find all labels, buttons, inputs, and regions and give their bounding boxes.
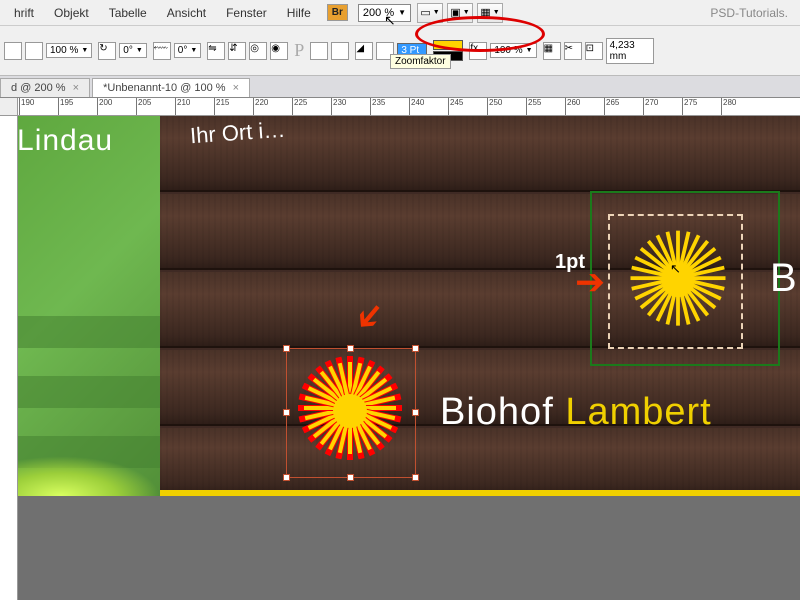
resize-handle-sw[interactable] bbox=[283, 474, 290, 481]
ruler-horizontal[interactable]: 1901952002052102152202252302352402452502… bbox=[0, 98, 800, 116]
menu-tabelle[interactable]: Tabelle bbox=[99, 3, 157, 23]
green-sidebar-graphic: 2 Lindau bbox=[18, 116, 160, 496]
ruler-tick: 245 bbox=[448, 98, 487, 115]
ruler-tick: 280 bbox=[721, 98, 760, 115]
shear-field[interactable]: 0°▼ bbox=[174, 43, 202, 58]
close-icon[interactable]: × bbox=[233, 82, 239, 94]
resize-handle-se[interactable] bbox=[412, 474, 419, 481]
effects-icon[interactable]: fx bbox=[469, 42, 487, 60]
inset-brand-text: Bi bbox=[770, 256, 800, 301]
ruler-vertical[interactable] bbox=[0, 116, 18, 600]
select-content-icon[interactable]: ◉ bbox=[270, 42, 288, 60]
wood-background: Ihr Ort i… Biohof Lambert bbox=[160, 116, 800, 496]
fill-swatch[interactable] bbox=[433, 40, 463, 50]
crop-icon[interactable]: ✂ bbox=[564, 42, 582, 60]
ruler-tick: 205 bbox=[136, 98, 175, 115]
ruler-origin[interactable] bbox=[0, 98, 18, 116]
resize-handle-w[interactable] bbox=[283, 409, 290, 416]
ruler-tick: 235 bbox=[370, 98, 409, 115]
ruler-tick: 240 bbox=[409, 98, 448, 115]
misc-icon-2[interactable] bbox=[331, 42, 349, 60]
opacity2-field[interactable]: 100 %▼ bbox=[490, 43, 536, 58]
document-tab-bar: d @ 200 % × *Unbenannt-10 @ 100 % × bbox=[0, 76, 800, 98]
ruler-tick: 250 bbox=[487, 98, 526, 115]
resize-handle-nw[interactable] bbox=[283, 345, 290, 352]
screen-mode-button[interactable]: ▣▼ bbox=[447, 3, 473, 23]
ruler-tick: 275 bbox=[682, 98, 721, 115]
ruler-tick: 230 bbox=[331, 98, 370, 115]
angle-field[interactable]: 0°▼ bbox=[119, 43, 147, 58]
ruler-tick: 220 bbox=[253, 98, 292, 115]
ruler-tick: 195 bbox=[58, 98, 97, 115]
bridge-button[interactable]: Br bbox=[327, 4, 348, 21]
ruler-tick: 260 bbox=[565, 98, 604, 115]
lindau-text: 2 Lindau bbox=[18, 124, 113, 158]
dimension-field[interactable]: 4,233 mm bbox=[606, 38, 654, 64]
menu-hilfe[interactable]: Hilfe bbox=[277, 3, 321, 23]
ruler-tick: 225 bbox=[292, 98, 331, 115]
tab-doc-2[interactable]: *Unbenannt-10 @ 100 % × bbox=[92, 78, 250, 97]
resize-handle-s[interactable] bbox=[347, 474, 354, 481]
menu-schrift[interactable]: hrift bbox=[4, 3, 44, 23]
frame-fit-icon[interactable]: ⊡ bbox=[585, 42, 603, 60]
corner-icon[interactable]: ◢ bbox=[355, 42, 373, 60]
annotation-arrow-1: ➔ bbox=[575, 261, 605, 303]
ruler-tick: 265 bbox=[604, 98, 643, 115]
view-mode-button[interactable]: ▭▼ bbox=[417, 3, 443, 23]
flip-v-icon[interactable]: ⇵ bbox=[228, 42, 246, 60]
psd-tutorials-label: PSD-Tutorials. bbox=[710, 6, 788, 20]
text-wrap-icon[interactable]: ▦ bbox=[543, 42, 561, 60]
menu-objekt[interactable]: Objekt bbox=[44, 3, 99, 23]
close-icon[interactable]: × bbox=[73, 82, 79, 94]
control-toolbar: Zoomfaktor 100 %▼ ↻ 0°▼ ⬳ 0°▼ ⇋ ⇵ ◎ ◉ P … bbox=[0, 26, 800, 76]
menu-ansicht[interactable]: Ansicht bbox=[157, 3, 216, 23]
opacity-field[interactable]: 100 %▼ bbox=[46, 43, 92, 58]
brand-text: Biohof Lambert bbox=[440, 391, 712, 434]
ruler-tick: 270 bbox=[643, 98, 682, 115]
select-container-icon[interactable]: ◎ bbox=[249, 42, 267, 60]
ruler-tick: 190 bbox=[19, 98, 58, 115]
ruler-tick: 255 bbox=[526, 98, 565, 115]
menu-bar: hrift Objekt Tabelle Ansicht Fenster Hil… bbox=[0, 0, 800, 26]
misc-icon-1[interactable] bbox=[310, 42, 328, 60]
resize-handle-e[interactable] bbox=[412, 409, 419, 416]
resize-handle-ne[interactable] bbox=[412, 345, 419, 352]
chevron-down-icon: ▼ bbox=[398, 8, 406, 17]
ruler-tick: 200 bbox=[97, 98, 136, 115]
flip-h-icon[interactable]: ⇋ bbox=[207, 42, 225, 60]
menu-fenster[interactable]: Fenster bbox=[216, 3, 277, 23]
arrange-button[interactable]: ▦▼ bbox=[477, 3, 503, 23]
selection-box[interactable] bbox=[286, 348, 416, 478]
ruler-tick: 215 bbox=[214, 98, 253, 115]
paragraph-icon[interactable]: P bbox=[294, 40, 304, 61]
align-icon[interactable] bbox=[25, 42, 43, 60]
cursor-icon: ↖ bbox=[384, 12, 396, 29]
tab-doc-1[interactable]: d @ 200 % × bbox=[0, 78, 90, 97]
ruler-tick: 210 bbox=[175, 98, 214, 115]
document-canvas[interactable]: 2 Lindau Ihr Ort i… Biohof bbox=[18, 116, 800, 516]
workspace: 2 Lindau Ihr Ort i… Biohof bbox=[0, 116, 800, 600]
cursor-icon: ↖ bbox=[670, 261, 681, 277]
zoom-tooltip: Zoomfaktor bbox=[390, 54, 451, 69]
resize-handle-n[interactable] bbox=[347, 345, 354, 352]
rotate-icon[interactable]: ↻ bbox=[98, 42, 116, 60]
sun-logo-inset bbox=[621, 224, 735, 338]
shear-icon[interactable]: ⬳ bbox=[153, 42, 171, 60]
paragraph-style-icon[interactable] bbox=[4, 42, 22, 60]
yellow-divider bbox=[160, 490, 800, 496]
